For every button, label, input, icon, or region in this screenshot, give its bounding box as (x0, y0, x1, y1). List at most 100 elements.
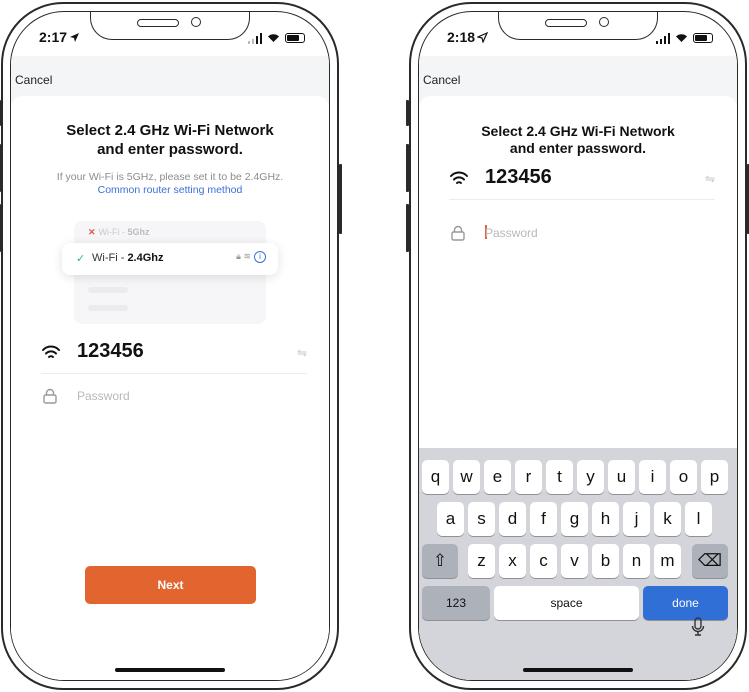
title-line-1: Select 2.4 GHz Wi-Fi Network (66, 122, 274, 139)
backspace-icon: ⌫ (697, 551, 723, 570)
signal-icon (655, 32, 670, 44)
signal-icon (247, 32, 262, 44)
location-arrow-icon (69, 30, 80, 46)
shift-key[interactable]: ⇧ (422, 544, 458, 578)
check-icon: ✓ (76, 253, 86, 265)
wifi-small-icon: ≋ (243, 251, 251, 261)
battery-icon (285, 33, 305, 43)
wifi-illustration: ✕ Wi-Fi - 5Ghz ✓ Wi-Fi - 2.4Ghz 🔒︎ ≋ i (62, 221, 278, 324)
battery-icon (693, 33, 713, 43)
ssid-row[interactable]: 123456 ⇋ (449, 160, 715, 200)
key-k[interactable]: k (654, 502, 681, 536)
key-o[interactable]: o (670, 460, 697, 494)
key-n[interactable]: n (623, 544, 650, 578)
phone-frame-left: 2:17 Cancel Select 2.4 GHz Wi-Fi Network (0, 2, 342, 690)
wifi-24ghz-card: ✓ Wi-Fi - 2.4Ghz 🔒︎ ≋ i (62, 243, 278, 275)
status-time: 2:17 (39, 29, 68, 45)
key-r[interactable]: r (515, 460, 542, 494)
shift-icon: ⇧ (432, 551, 448, 570)
cross-icon: ✕ (88, 227, 96, 237)
password-input[interactable] (485, 222, 665, 244)
mute-switch (406, 100, 409, 126)
space-key[interactable]: space (494, 586, 639, 620)
wifi-5ghz-band: 5Ghz (127, 227, 150, 237)
key-p[interactable]: p (701, 460, 728, 494)
notch (90, 12, 250, 40)
key-c[interactable]: c (530, 544, 557, 578)
speaker (137, 19, 179, 27)
status-time: 2:18 (447, 29, 476, 45)
title-line-2: and enter password. (509, 140, 647, 156)
key-i[interactable]: i (639, 460, 666, 494)
key-v[interactable]: v (561, 544, 588, 578)
camera (191, 17, 201, 27)
power-button (339, 164, 342, 234)
page-title: Select 2.4 GHz Wi-Fi Network and enter p… (419, 123, 737, 157)
title-line-1: Select 2.4 GHz Wi-Fi Network (481, 123, 675, 139)
notch (498, 12, 658, 40)
password-row (449, 222, 715, 252)
microphone-icon[interactable] (691, 617, 705, 642)
wifi-24ghz-band: 2.4Ghz (127, 252, 164, 264)
key-m[interactable]: m (654, 544, 681, 578)
key-b[interactable]: b (592, 544, 619, 578)
mute-switch (0, 100, 1, 126)
cancel-button[interactable]: Cancel (423, 73, 460, 87)
ssid-value: 123456 (485, 166, 552, 188)
volume-down-button (0, 204, 1, 252)
info-icon: i (254, 251, 266, 263)
status-icons (247, 30, 305, 46)
numbers-key[interactable]: 123 (422, 586, 490, 620)
next-button[interactable]: Next (85, 566, 256, 604)
volume-down-button (406, 204, 409, 252)
status-icons (655, 30, 713, 46)
key-l[interactable]: l (685, 502, 712, 536)
key-t[interactable]: t (546, 460, 573, 494)
key-z[interactable]: z (468, 544, 495, 578)
key-u[interactable]: u (608, 460, 635, 494)
wifi-5ghz-prefix: Wi-Fi - (98, 227, 128, 237)
key-x[interactable]: x (499, 544, 526, 578)
screen-left: 2:17 Cancel Select 2.4 GHz Wi-Fi Network (10, 11, 330, 681)
cancel-button[interactable]: Cancel (15, 73, 52, 87)
setup-sheet: Select 2.4 GHz Wi-Fi Network and enter p… (11, 96, 329, 680)
screen-right: 2:18 Cancel Select 2.4 GHz Wi-Fi Network (418, 11, 738, 681)
key-j[interactable]: j (623, 502, 650, 536)
lock-icon (450, 225, 466, 246)
ssid-row[interactable]: 123456 ⇋ (41, 334, 307, 374)
wifi-icon (449, 170, 469, 191)
speaker (545, 19, 587, 27)
page-title: Select 2.4 GHz Wi-Fi Network and enter p… (11, 121, 329, 159)
key-d[interactable]: d (499, 502, 526, 536)
home-indicator[interactable] (115, 668, 225, 672)
placeholder-bar (88, 305, 128, 311)
key-f[interactable]: f (530, 502, 557, 536)
backspace-key[interactable]: ⌫ (692, 544, 728, 578)
key-q[interactable]: q (422, 460, 449, 494)
keyboard: q w e r t y u i o p a s d f g h j k l ⇧ … (419, 448, 737, 680)
title-line-2: and enter password. (97, 141, 243, 158)
key-e[interactable]: e (484, 460, 511, 494)
wifi-status-icon (266, 30, 281, 46)
wifi-icon (41, 344, 61, 365)
camera (599, 17, 609, 27)
wifi-24ghz-prefix: Wi-Fi - (92, 252, 128, 264)
key-h[interactable]: h (592, 502, 619, 536)
switch-network-icon[interactable]: ⇋ (297, 346, 307, 360)
volume-up-button (0, 144, 1, 192)
wifi-5ghz-row: ✕ Wi-Fi - 5Ghz (88, 227, 150, 238)
router-setting-link[interactable]: Common router setting method (11, 184, 329, 197)
wifi-setup-screen: Cancel Select 2.4 GHz Wi-Fi Network and … (419, 56, 737, 680)
lock-icon (42, 388, 58, 409)
key-g[interactable]: g (561, 502, 588, 536)
key-w[interactable]: w (453, 460, 480, 494)
switch-network-icon[interactable]: ⇋ (705, 172, 715, 186)
key-a[interactable]: a (437, 502, 464, 536)
volume-up-button (406, 144, 409, 192)
done-key[interactable]: done (643, 586, 728, 620)
key-s[interactable]: s (468, 502, 495, 536)
key-y[interactable]: y (577, 460, 604, 494)
home-indicator[interactable] (523, 668, 633, 672)
password-input[interactable] (77, 385, 257, 407)
stage: 2:17 Cancel Select 2.4 GHz Wi-Fi Network (0, 0, 749, 692)
